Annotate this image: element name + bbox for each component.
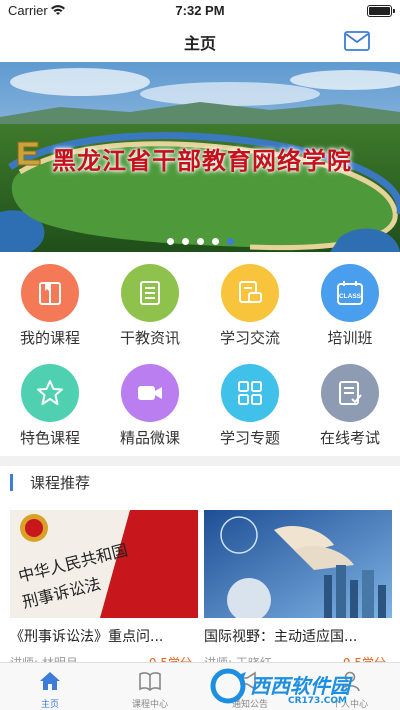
calendar-class-icon: CLASS [321,264,379,322]
battery-icon [367,5,395,17]
exam-list-icon [321,364,379,422]
course-card[interactable]: 中华人民共和国 刑事诉讼法 《刑事诉讼法》重点问... 讲师: 林明月 0.5学… [10,510,198,670]
grid-item-featured-courses[interactable]: 特色课程 [0,356,100,456]
clock: 7:32 PM [175,3,225,18]
section-divider [0,456,400,466]
grid-label: 在线考试 [319,429,380,447]
grid-label: 干教资讯 [119,329,180,347]
course-title: 国际视野：主动适应国... [204,629,358,645]
tab-home[interactable]: 主页 [0,663,100,710]
tab-label: 主页 [40,700,59,710]
carousel-dot[interactable] [196,238,204,245]
grid-label: 培训班 [327,329,373,347]
grid-item-training-class[interactable]: CLASS 培训班 [300,256,400,356]
carousel-dot[interactable] [181,238,189,245]
grid-label: 我的课程 [19,329,80,347]
carousel-dot[interactable] [166,238,174,245]
newspaper-icon [121,264,179,322]
carousel-dots [0,238,400,245]
course-card[interactable]: 国际视野：主动适应国... 讲师: 王晓红 0.5学分 [204,510,392,670]
svg-text:CLASS: CLASS [339,293,362,300]
site-watermark: 西西软件园 CR173.COM [200,662,400,710]
open-book-icon [139,672,161,692]
watermark-logo-icon [210,668,246,704]
grid-item-my-courses[interactable]: 我的课程 [0,256,100,356]
institution-logo [17,141,41,166]
course-thumbnail: 中华人民共和国 刑事诉讼法 [10,510,198,618]
watermark-text: 西西软件园 [250,674,350,698]
video-camera-icon [121,364,179,422]
tab-course-center[interactable]: 课程中心 [100,663,200,710]
grid-item-news[interactable]: 干教资讯 [100,256,200,356]
grid-label: 学习交流 [219,329,280,347]
section-title: 课程推荐 [30,474,91,492]
star-icon [21,364,79,422]
page-title: 主页 [183,34,216,53]
book-icon [21,264,79,322]
section-header: 课程推荐 [0,466,400,500]
nav-bar: 主页 [0,22,400,62]
grid-label: 特色课程 [19,429,80,447]
carousel-dot[interactable] [211,238,219,245]
grid-item-online-exam[interactable]: 在线考试 [300,356,400,456]
tab-label: 课程中心 [131,700,168,710]
course-title: 《刑事诉讼法》重点问... [10,629,164,645]
grid-label: 精品微课 [119,429,180,447]
status-bar: Carrier 7:32 PM [0,0,400,22]
grid-item-topics[interactable]: 学习专题 [200,356,300,456]
course-thumbnail [204,510,392,618]
home-icon [40,672,60,690]
mail-icon[interactable] [344,30,370,52]
chat-document-icon [221,264,279,322]
section-accent-bar [10,474,13,491]
grid-item-micro-courses[interactable]: 精品微课 [100,356,200,456]
banner-carousel[interactable]: 黑龙江省干部教育网络学院 [0,62,400,252]
carousel-dot-active[interactable] [226,238,234,245]
banner-title: 黑龙江省干部教育网络学院 [52,146,352,175]
watermark-subtext: CR173.COM [288,696,347,706]
grid-icon [221,364,279,422]
grid-label: 学习专题 [219,429,280,447]
function-grid: 我的课程 干教资讯 学习交流 CLASS 培训班 特色课程 精品微课 学习专题 [0,256,400,456]
grid-item-exchange[interactable]: 学习交流 [200,256,300,356]
